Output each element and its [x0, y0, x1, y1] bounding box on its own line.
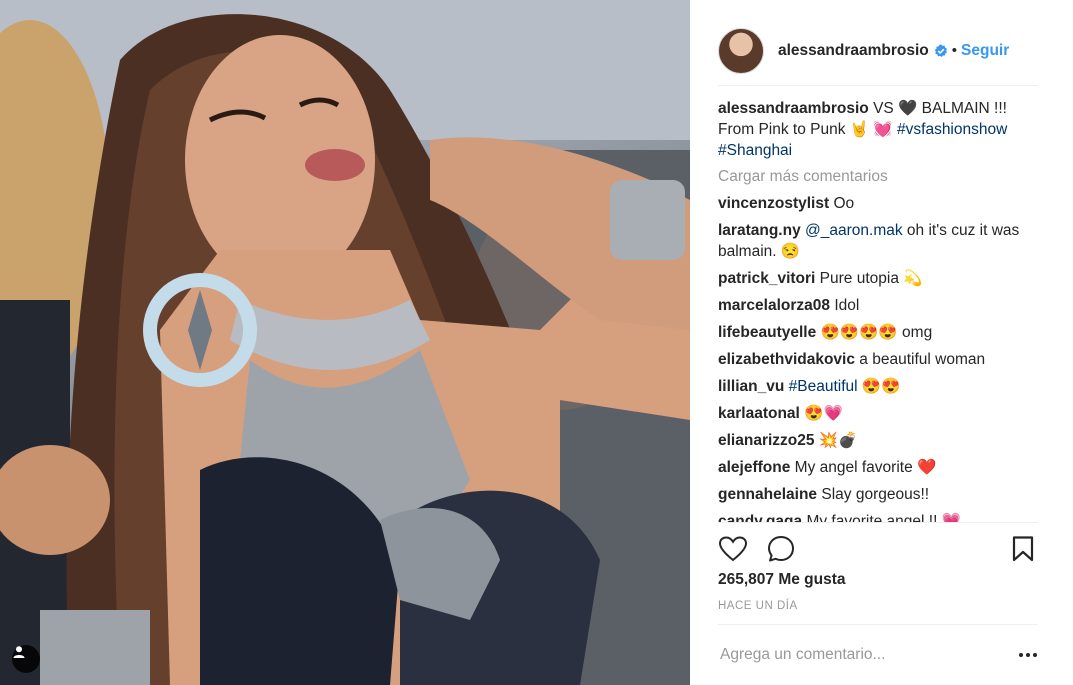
likes-count[interactable]: 265,807 Me gusta [718, 571, 846, 589]
like-button[interactable] [718, 534, 748, 564]
heart-icon [719, 535, 747, 561]
comment-item: elizabethvidakovic a beautiful woman [718, 349, 1038, 370]
comment-icon [768, 535, 794, 561]
post-header: alessandraambrosio • Seguir [718, 16, 1038, 86]
comment-username[interactable]: elizabethvidakovic [718, 351, 855, 368]
post-photo[interactable] [0, 0, 690, 685]
caption-username[interactable]: alessandraambrosio [718, 100, 869, 117]
comment-item: lifebeautyelle 😍😍😍😍 omg [718, 322, 1038, 343]
user-tag-button[interactable] [12, 645, 40, 673]
comment-item: patrick_vitori Pure utopia 💫 [718, 268, 1038, 289]
verified-badge-icon [934, 44, 947, 57]
add-comment-bar: Agrega un comentario... [718, 624, 1038, 685]
comment-item: karlaatonal 😍💗 [718, 403, 1038, 424]
comment-username[interactable]: marcelalorza08 [718, 297, 830, 314]
avatar[interactable] [718, 27, 764, 74]
bookmark-icon [1012, 535, 1034, 561]
add-comment-input[interactable]: Agrega un comentario... [718, 646, 1018, 664]
separator-dot: • [951, 42, 958, 59]
comment-mention[interactable]: @_aaron.mak [805, 222, 903, 239]
comment-username[interactable]: lillian_vu [718, 378, 784, 395]
header-username[interactable]: alessandraambrosio [778, 42, 929, 60]
comment-text: Oo [833, 195, 855, 212]
comment-text: My angel favorite ❤️ [794, 459, 937, 476]
comment-text: 😍😍 [857, 378, 901, 395]
comment-hashtag[interactable]: #Beautiful [789, 378, 858, 395]
comment-username[interactable]: vincenzostylist [718, 195, 829, 212]
hashtag-shanghai[interactable]: #Shanghai [718, 142, 792, 159]
comment-username[interactable]: laratang.ny [718, 222, 801, 239]
instagram-post: alessandraambrosio • Seguir alessandraam… [0, 0, 1073, 685]
comment-item: vincenzostylist Oo [718, 193, 1038, 214]
save-button[interactable] [1008, 534, 1038, 564]
comment-item: laratang.ny @_aaron.mak oh it's cuz it w… [718, 220, 1038, 262]
comment-text: 💥💣 [818, 432, 858, 449]
comment-username[interactable]: karlaatonal [718, 405, 800, 422]
comment-item: lillian_vu #Beautiful 😍😍 [718, 376, 1038, 397]
comment-username[interactable]: elianarizzo25 [718, 432, 815, 449]
comment-username[interactable]: alejeffone [718, 459, 790, 476]
comment-button[interactable] [766, 534, 796, 564]
comment-text: 😍😍😍😍 omg [820, 324, 933, 341]
follow-button[interactable]: Seguir [961, 42, 1009, 60]
post-caption: alessandraambrosio VS 🖤 BALMAIN !!! From… [718, 98, 1038, 161]
user-tag-icon [13, 646, 25, 658]
load-more-comments-link[interactable]: Cargar más comentarios [718, 166, 1038, 187]
comment-text: a beautiful woman [859, 351, 986, 368]
comment-item: marcelalorza08 Idol [718, 295, 1038, 316]
comment-text: Slay gorgeous!! [821, 486, 930, 503]
comment-item: elianarizzo25 💥💣 [718, 430, 1038, 451]
more-options-icon [1033, 653, 1037, 657]
post-side-panel: alessandraambrosio • Seguir alessandraam… [690, 0, 1073, 685]
comment-username[interactable]: gennahelaine [718, 486, 817, 503]
comments-list[interactable]: alessandraambrosio VS 🖤 BALMAIN !!! From… [718, 98, 1038, 523]
comment-item: gennahelaine Slay gorgeous!! [718, 484, 1038, 505]
comment-username[interactable]: lifebeautyelle [718, 324, 816, 341]
post-timestamp[interactable]: HACE UN DÍA [718, 600, 798, 612]
post-actions-bar [718, 522, 1038, 574]
comment-text: Idol [834, 297, 860, 314]
photo-illustration [0, 0, 690, 685]
hashtag-vsfashionshow[interactable]: #vsfashionshow [897, 121, 1007, 138]
comment-text: 😍💗 [804, 405, 843, 422]
more-options-icon [1026, 653, 1030, 657]
comment-text: Pure utopia 💫 [819, 270, 923, 287]
more-options-icon [1019, 653, 1023, 657]
comment-item: alejeffone My angel favorite ❤️ [718, 457, 1038, 478]
comment-username[interactable]: patrick_vitori [718, 270, 815, 287]
more-options-button[interactable] [1018, 653, 1038, 657]
